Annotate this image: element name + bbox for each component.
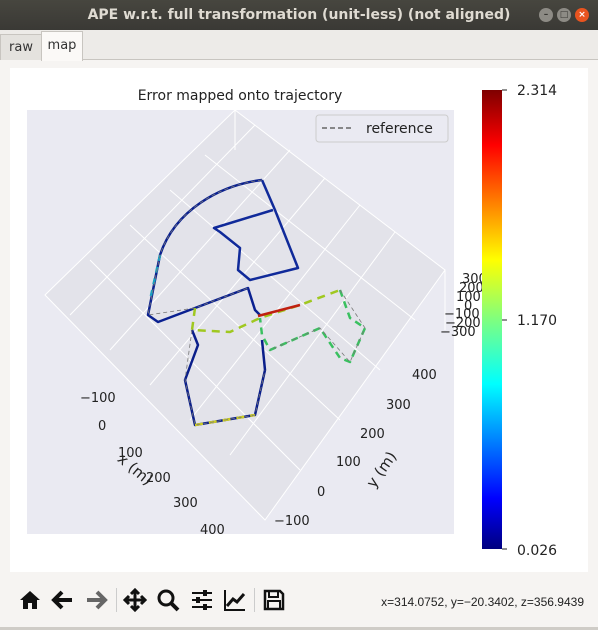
back-icon[interactable] [51, 588, 75, 612]
minimize-icon[interactable]: – [539, 8, 553, 22]
title-bar: APE w.r.t. full transformation (unit-les… [0, 0, 598, 30]
y-tick: 0 [317, 485, 325, 500]
y-tick: 400 [412, 368, 437, 383]
close-icon[interactable]: × [575, 8, 589, 22]
navigation-toolbar: x=314.0752, y=−20.3402, z=356.9439 [0, 578, 598, 624]
window-title: APE w.r.t. full transformation (unit-les… [87, 7, 511, 23]
x-tick: −100 [80, 391, 116, 406]
zoom-icon[interactable] [156, 588, 180, 612]
tab-map[interactable]: map [41, 31, 83, 61]
tab-raw[interactable]: raw [0, 34, 42, 60]
forward-icon[interactable] [84, 588, 108, 612]
tab-bar: raw map [0, 30, 598, 61]
x-tick: 0 [98, 419, 106, 434]
plot-title: Error mapped onto trajectory [138, 88, 343, 104]
x-tick: 300 [173, 496, 198, 511]
home-icon[interactable] [18, 588, 42, 612]
pan-icon[interactable] [123, 588, 147, 612]
configure-subplots-icon[interactable] [190, 588, 214, 612]
colorbar-max: 2.314 [517, 83, 557, 99]
legend: reference [315, 114, 449, 143]
legend-label: reference [366, 121, 433, 137]
x-tick: 400 [200, 523, 225, 538]
plot-canvas[interactable]: Error mapped onto trajectory reference −… [10, 68, 588, 572]
maximize-icon[interactable]: □ [557, 8, 571, 22]
y-tick: 300 [386, 398, 411, 413]
cursor-coordinates: x=314.0752, y=−20.3402, z=356.9439 [381, 595, 584, 609]
colorbar-mid: 1.170 [517, 313, 557, 329]
y-tick: 100 [336, 455, 361, 470]
save-icon[interactable] [262, 588, 286, 612]
colorbar-min: 0.026 [517, 543, 557, 559]
y-tick: 200 [360, 427, 385, 442]
colorbar-ticks: 2.314 1.170 0.026 [502, 83, 557, 559]
z-tick: −300 [440, 325, 476, 340]
colorbar [482, 90, 502, 549]
edit-axis-icon[interactable] [223, 588, 247, 612]
y-tick: −100 [274, 514, 310, 529]
